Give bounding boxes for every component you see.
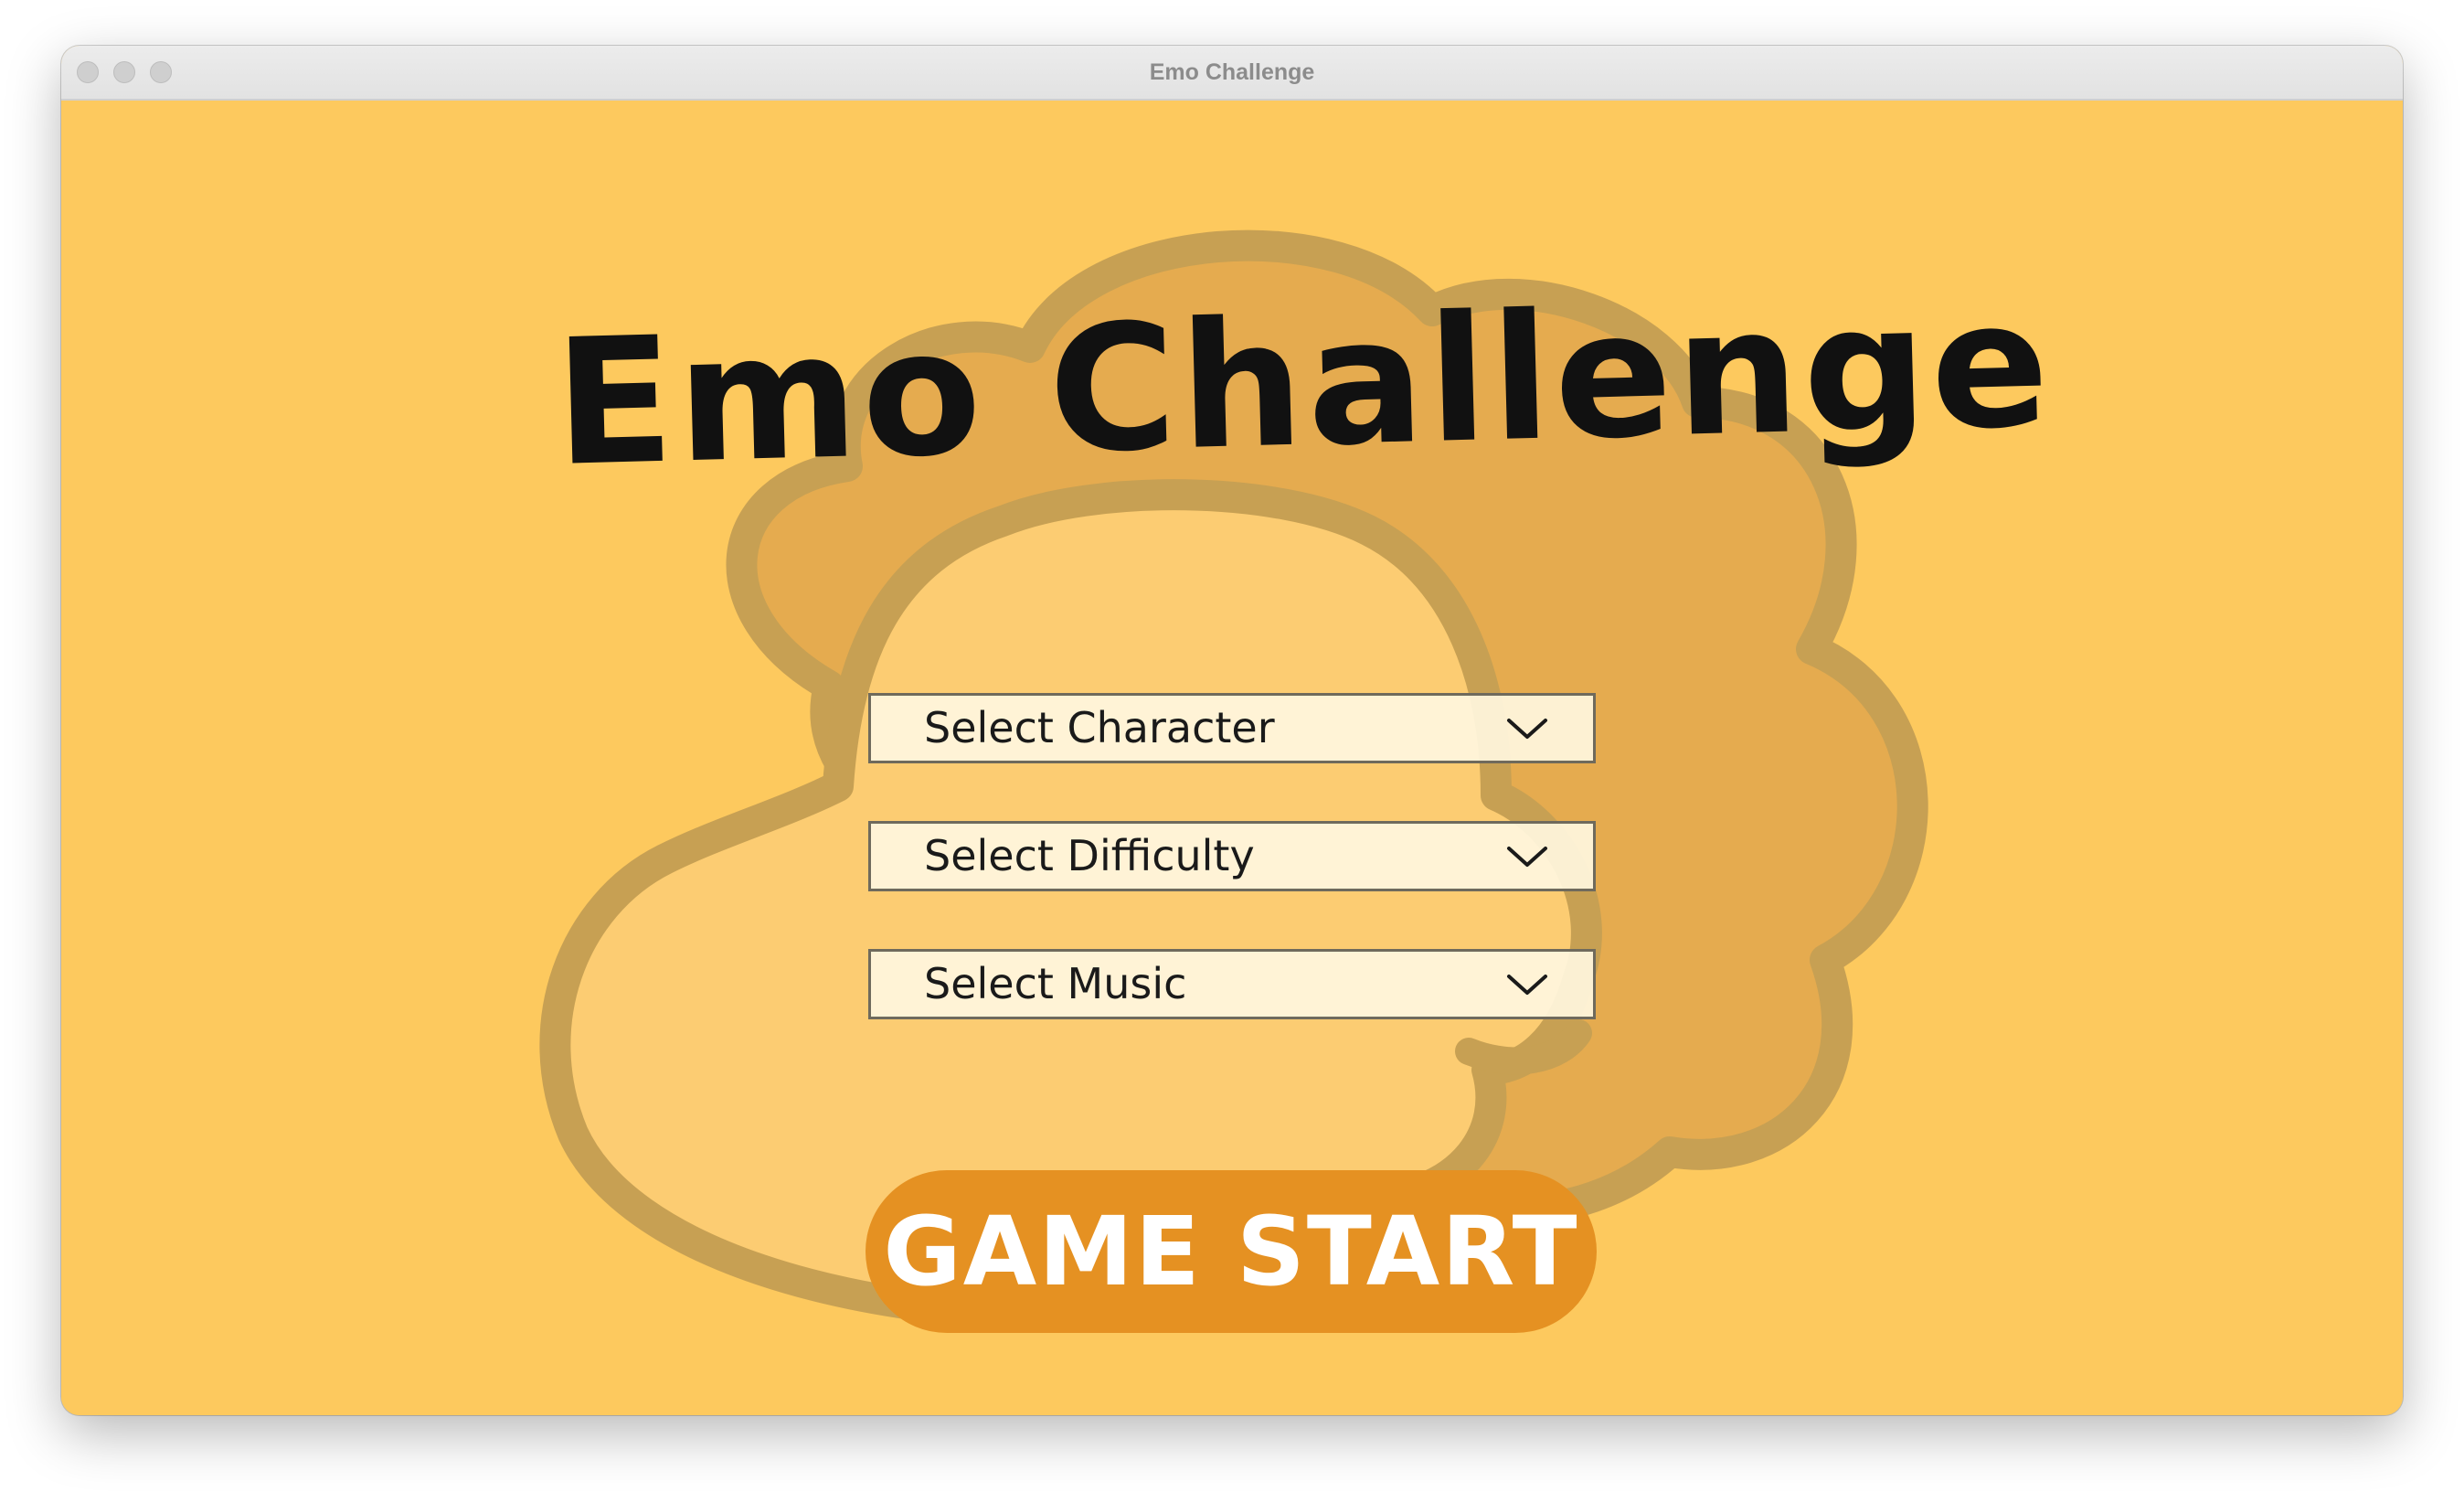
chevron-down-icon: [1507, 719, 1547, 739]
select-character-dropdown[interactable]: Select Character: [868, 693, 1596, 763]
window-title: Emo Challenge: [1149, 59, 1315, 85]
app-window: Emo Challenge Emo Challenge Select Chara…: [61, 46, 2403, 1415]
chevron-down-icon: [1507, 847, 1547, 867]
game-title: Emo Challenge: [552, 263, 2055, 505]
select-music-label: Select Music: [924, 959, 1187, 1008]
game-start-button[interactable]: GAME START: [866, 1170, 1597, 1333]
select-difficulty-label: Select Difficulty: [924, 831, 1255, 880]
chevron-down-icon: [1507, 975, 1547, 995]
select-character-label: Select Character: [924, 703, 1275, 752]
game-menu-screen: Emo Challenge Select Character Select Di…: [61, 101, 2403, 1415]
title-bar: Emo Challenge: [61, 46, 2403, 101]
select-difficulty-dropdown[interactable]: Select Difficulty: [868, 821, 1596, 891]
select-music-dropdown[interactable]: Select Music: [868, 949, 1596, 1019]
